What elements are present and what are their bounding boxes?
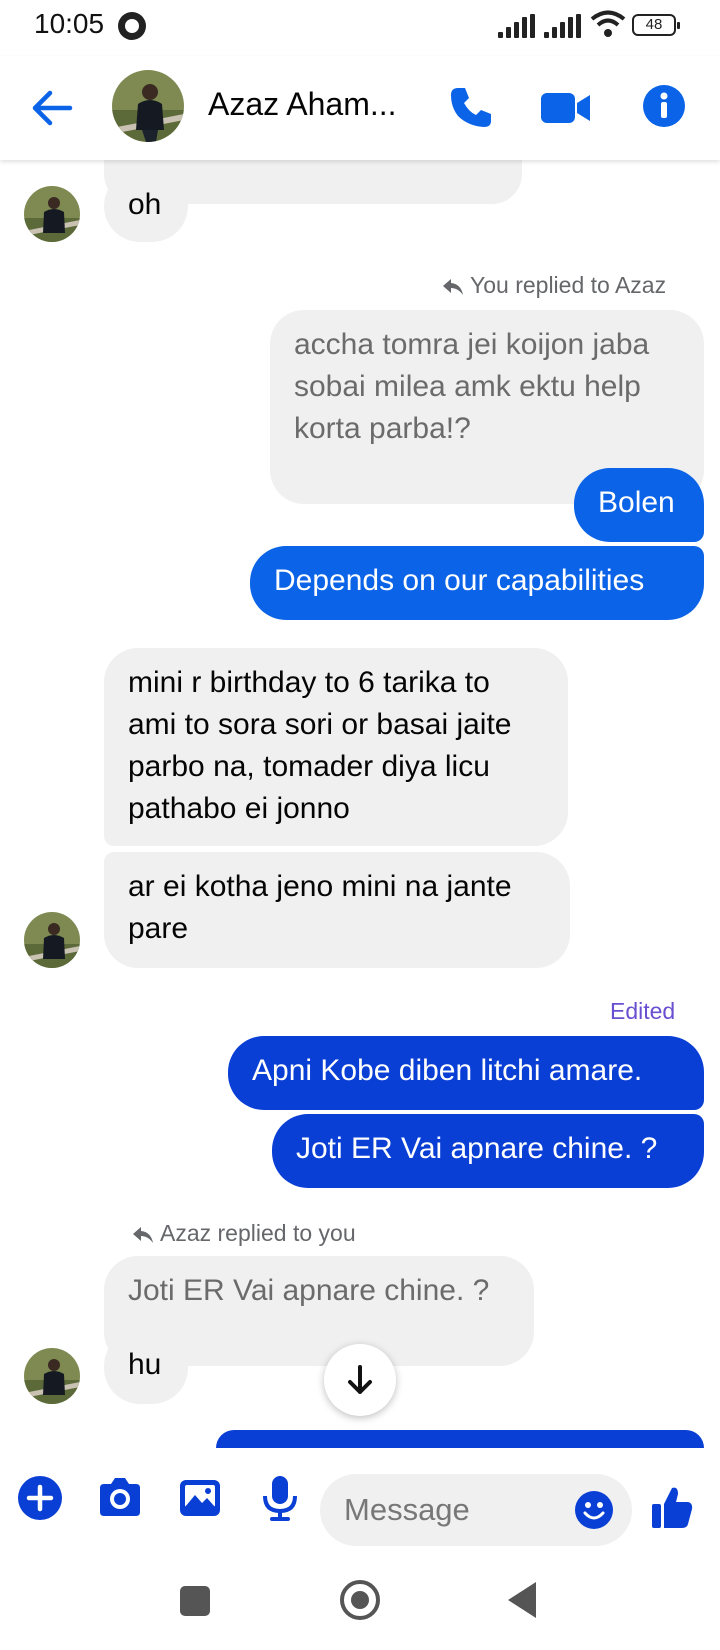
contact-avatar-small[interactable]: [24, 912, 80, 968]
message-bubble-partial[interactable]: [216, 1430, 704, 1448]
signal-icon: [498, 14, 538, 38]
reply-arrow-icon: [443, 279, 463, 295]
gallery-icon[interactable]: [176, 1474, 224, 1522]
contact-avatar[interactable]: [112, 70, 184, 142]
back-button[interactable]: [508, 1582, 536, 1618]
message-bubble-sent[interactable]: Depends on our capabilities: [250, 546, 704, 620]
message-bubble-received[interactable]: mini r birthday to 6 tarika to ami to so…: [104, 648, 568, 846]
status-bar: 10:05 48: [0, 0, 720, 56]
reply-label-text: Azaz replied to you: [160, 1220, 356, 1246]
message-bubble-sent[interactable]: Bolen: [574, 468, 704, 542]
contact-avatar-small[interactable]: [24, 1348, 80, 1404]
info-icon[interactable]: [642, 84, 686, 128]
home-button[interactable]: [340, 1580, 380, 1620]
message-bubble-received[interactable]: hu: [104, 1330, 188, 1404]
status-time: 10:05: [34, 8, 105, 39]
camera-icon[interactable]: [96, 1474, 144, 1522]
arrow-down-icon: [348, 1365, 372, 1394]
reply-label: You replied to Azaz: [442, 272, 666, 299]
recent-apps-button[interactable]: [180, 1586, 210, 1616]
message-bubble-sent[interactable]: Apni Kobe diben litchi amare.: [228, 1036, 704, 1110]
chat-header: Azaz Aham...: [0, 56, 720, 160]
reply-label-text: You replied to Azaz: [470, 272, 667, 298]
reply-label: Azaz replied to you: [132, 1220, 356, 1247]
back-arrow-icon[interactable]: [30, 88, 74, 128]
plus-icon[interactable]: [16, 1474, 64, 1522]
signal-icon-2: [544, 14, 584, 38]
wifi-icon: [590, 10, 626, 37]
thumbs-up-icon[interactable]: [650, 1484, 694, 1530]
message-composer: [0, 1448, 720, 1558]
microphone-icon[interactable]: [256, 1474, 304, 1522]
battery-icon: 48: [632, 14, 680, 36]
reply-arrow-icon: [133, 1227, 153, 1243]
video-call-icon[interactable]: [540, 88, 592, 128]
contact-avatar-small[interactable]: [24, 186, 80, 242]
notification-app-icon: [118, 12, 146, 40]
message-bubble-received[interactable]: oh: [104, 170, 188, 242]
phone-call-icon[interactable]: [448, 84, 494, 130]
contact-name[interactable]: Azaz Aham...: [208, 86, 408, 123]
message-bubble-sent[interactable]: Joti ER Vai apnare chine. ?: [272, 1114, 704, 1188]
edited-label: Edited: [610, 998, 676, 1024]
scroll-to-bottom-button[interactable]: [324, 1344, 396, 1416]
emoji-icon[interactable]: [574, 1490, 614, 1530]
message-bubble-received[interactable]: ar ei kotha jeno mini na jante pare: [104, 852, 570, 968]
system-nav-bar: [0, 1558, 720, 1650]
